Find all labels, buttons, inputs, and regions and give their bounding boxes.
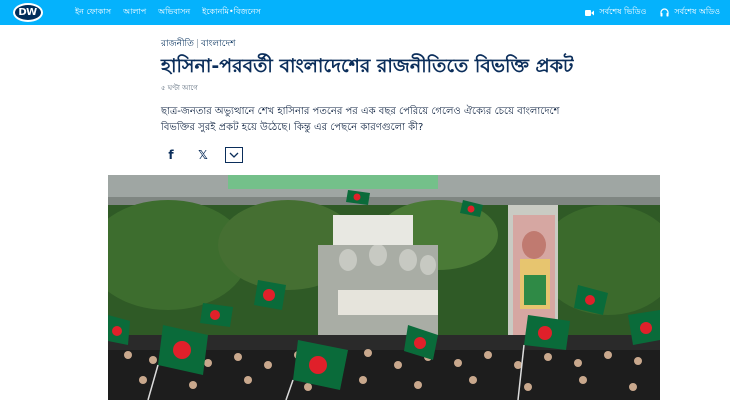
- breadcrumb-separator: |: [195, 39, 199, 49]
- latest-audio-link[interactable]: সর্বশেষ অডিও: [660, 6, 720, 19]
- facebook-share-icon[interactable]: f: [161, 145, 181, 165]
- category-link[interactable]: রাজনীতি: [161, 39, 194, 49]
- article-hero-image: [108, 175, 660, 400]
- breadcrumb: রাজনীতি | বাংলাদেশ: [161, 36, 601, 51]
- video-icon: [585, 9, 595, 16]
- article-header: রাজনীতি | বাংলাদেশ হাসিনা-পরবর্তী বাংলাদেশ…: [161, 36, 601, 136]
- latest-audio-label: সর্বশেষ অডিও: [674, 7, 720, 16]
- nav-item-in-focus[interactable]: ইন ফোকাস: [75, 6, 111, 19]
- article-title: হাসিনা-পরবর্তী বাংলাদেশের রাজনীতিতে বিভক…: [161, 55, 574, 77]
- latest-video-link[interactable]: সর্বশেষ ভিডিও: [585, 6, 646, 19]
- region-link[interactable]: বাংলাদেশ: [201, 39, 235, 49]
- dw-logo[interactable]: DW: [12, 1, 43, 24]
- logo-text: DW: [12, 3, 43, 22]
- nav-item-migration[interactable]: অভিবাসন: [158, 6, 190, 19]
- x-share-icon[interactable]: 𝕏: [193, 145, 213, 165]
- nav-item-alap[interactable]: আলাপ: [123, 6, 146, 19]
- nav-item-economy-business[interactable]: ইকোনমি•বিজনেস: [202, 6, 261, 19]
- chevron-down-icon: [229, 152, 239, 158]
- share-bar: f 𝕏: [161, 145, 243, 165]
- article-timestamp: ৫ ঘণ্টা আগে: [161, 84, 198, 92]
- main-nav: ইন ফোকাস আলাপ অভিবাসন ইকোনমি•বিজনেস: [75, 0, 261, 25]
- top-navigation-bar: DW ইন ফোকাস আলাপ অভিবাসন ইকোনমি•বিজনেস স…: [0, 0, 730, 25]
- media-links: সর্বশেষ ভিডিও সর্বশেষ অডিও: [585, 0, 720, 25]
- article-lead: ছাত্র-জনতার অভ্যুত্থানে শেখ হাসিনার পতনে…: [161, 106, 560, 133]
- headphones-icon: [660, 8, 669, 17]
- latest-video-label: সর্বশেষ ভিডিও: [599, 7, 647, 16]
- protest-photo: [108, 175, 660, 400]
- more-share-button[interactable]: [225, 147, 243, 163]
